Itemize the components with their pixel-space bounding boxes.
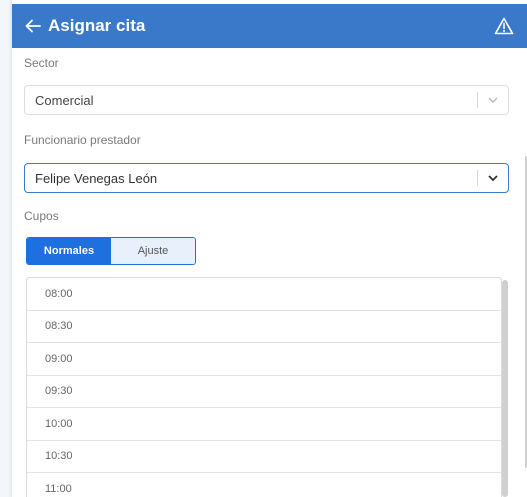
time-slot-list: 08:00 08:30 09:00 09:30 10:00 10:30 11:0… bbox=[26, 277, 502, 497]
time-slot[interactable]: 08:30 bbox=[27, 311, 501, 343]
page-title: Asignar cita bbox=[48, 16, 146, 35]
cupos-toggle: Normales Ajuste bbox=[26, 237, 196, 265]
header-bar: Asignar cita bbox=[12, 4, 527, 48]
assign-appointment-panel: Asignar cita Sector Comercial Funcionari… bbox=[12, 0, 527, 497]
tab-ajuste[interactable]: Ajuste bbox=[111, 238, 195, 264]
funcionario-label: Funcionario prestador bbox=[24, 133, 141, 147]
funcionario-value: Felipe Venegas León bbox=[35, 170, 158, 186]
warning-icon[interactable] bbox=[493, 15, 515, 37]
sector-select[interactable]: Comercial bbox=[24, 85, 509, 115]
time-slot[interactable]: 08:00 bbox=[27, 278, 501, 311]
slot-list-scrollbar[interactable] bbox=[502, 280, 508, 497]
back-arrow-icon[interactable] bbox=[22, 15, 44, 37]
sector-label: Sector bbox=[24, 56, 59, 70]
time-slot[interactable]: 09:00 bbox=[27, 343, 501, 376]
time-slot[interactable]: 10:30 bbox=[27, 441, 501, 473]
chevron-down-icon[interactable] bbox=[478, 164, 508, 192]
time-slot[interactable]: 11:00 bbox=[27, 473, 501, 497]
cupos-label: Cupos bbox=[24, 209, 59, 223]
chevron-down-icon[interactable] bbox=[478, 86, 508, 114]
tab-normales[interactable]: Normales bbox=[27, 238, 111, 264]
sector-value: Comercial bbox=[35, 92, 94, 108]
time-slot[interactable]: 10:00 bbox=[27, 408, 501, 441]
time-slot[interactable]: 09:30 bbox=[27, 376, 501, 408]
funcionario-select[interactable]: Felipe Venegas León bbox=[24, 163, 509, 193]
